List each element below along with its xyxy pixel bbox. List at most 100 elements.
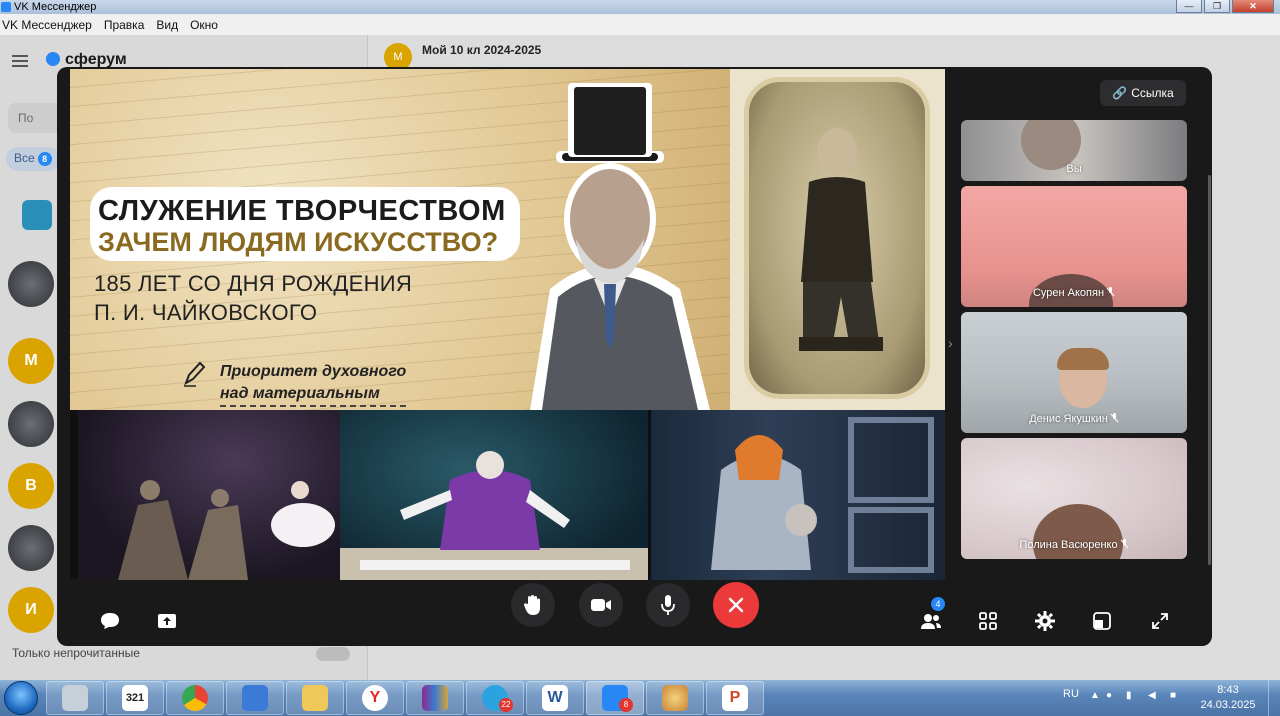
- taskbar-app-paint[interactable]: [646, 681, 704, 715]
- settings-icon: [1035, 611, 1055, 631]
- chat-avatar[interactable]: [8, 525, 54, 571]
- chat-title[interactable]: Мой 10 кл 2024-2025: [422, 43, 541, 57]
- tray-app-icon[interactable]: ●: [1106, 690, 1118, 702]
- participant-name-label: Сурен Акопян: [1032, 287, 1105, 299]
- taskbar-app-vk-messenger[interactable]: 8: [586, 681, 644, 715]
- participant-tile[interactable]: Денис Якушкин: [961, 312, 1187, 433]
- fullscreen-icon: [1152, 613, 1168, 629]
- chat-avatar[interactable]: М: [8, 338, 54, 384]
- telegram-unread-badge: 22: [499, 698, 513, 712]
- cartoon-characters-icon: [711, 417, 934, 573]
- chat-avatar[interactable]: В: [8, 463, 54, 509]
- screen-share-stage: СЛУЖЕНИЕ ТВОРЧЕСТВОМ ЗАЧЕМ ЛЮДЯМ ИСКУССТ…: [70, 69, 945, 580]
- settings-button[interactable]: [1029, 605, 1061, 637]
- taskbar-app-computer[interactable]: [226, 681, 284, 715]
- unread-only-toggle[interactable]: [316, 647, 350, 661]
- chat-avatar[interactable]: И: [8, 587, 54, 633]
- participant-tile-self[interactable]: Вы: [961, 120, 1187, 181]
- cartoon-scene-photo: [651, 410, 945, 580]
- menu-edit[interactable]: Правка: [104, 18, 145, 32]
- taskbar-app-word[interactable]: W: [526, 681, 584, 715]
- chat-avatar[interactable]: [8, 401, 54, 447]
- unread-only-label: Только непрочитанные: [12, 646, 140, 660]
- participant-name-label: Вы: [1066, 163, 1082, 175]
- taskbar-app-calculator[interactable]: [46, 681, 104, 715]
- computer-icon: [242, 685, 268, 711]
- participant-name: Полина Васюренко: [961, 539, 1187, 551]
- show-desktop-button[interactable]: [1268, 680, 1280, 716]
- folder-icon: [302, 685, 328, 711]
- minimize-button[interactable]: —: [1176, 0, 1202, 13]
- microphone-icon: [661, 595, 675, 615]
- chat-button[interactable]: [94, 605, 126, 637]
- volume-icon[interactable]: ◀: [1148, 690, 1160, 702]
- participant-hair: [1057, 348, 1109, 370]
- copy-link-button[interactable]: 🔗 Ссылка: [1100, 80, 1186, 106]
- video-call-window: СЛУЖЕНИЕ ТВОРЧЕСТВОМ ЗАЧЕМ ЛЮДЯМ ИСКУССТ…: [57, 67, 1212, 646]
- menu-window[interactable]: Окно: [190, 18, 218, 32]
- participant-name-label: Денис Якушкин: [1029, 413, 1108, 425]
- banner-subtitle-line: П. И. ЧАЙКОВСКОГО: [94, 300, 318, 325]
- grid-icon: [979, 612, 997, 630]
- yandex-icon: Y: [362, 685, 388, 711]
- close-window-button[interactable]: ✕: [1232, 0, 1274, 13]
- chat-avatar[interactable]: [22, 200, 52, 230]
- participant-tile[interactable]: Сурен Акопян: [961, 186, 1187, 307]
- participants-scrollbar[interactable]: [1208, 175, 1211, 565]
- taskbar-app-chrome[interactable]: [166, 681, 224, 715]
- tchaikovsky-portrait: [530, 83, 710, 410]
- ballet-dancers-icon: [118, 480, 335, 580]
- presentation-banner: СЛУЖЕНИЕ ТВОРЧЕСТВОМ ЗАЧЕМ ЛЮДЯМ ИСКУССТ…: [70, 69, 730, 410]
- hang-up-icon: [728, 597, 744, 613]
- participant-tile[interactable]: Полина Васюренко: [961, 438, 1187, 559]
- window-controls: — ❐ ✕: [1176, 0, 1274, 13]
- taskbar-app-yandex[interactable]: Y: [346, 681, 404, 715]
- grid-view-button[interactable]: [972, 605, 1004, 637]
- filter-all-tab[interactable]: Все 8: [6, 147, 60, 171]
- tray-expand-icon[interactable]: ▲: [1090, 690, 1102, 702]
- taskbar-app-winrar[interactable]: [406, 681, 464, 715]
- share-screen-icon: [158, 614, 176, 628]
- camera-button[interactable]: [579, 583, 623, 627]
- raise-hand-button[interactable]: [511, 583, 555, 627]
- taskbar-app-telegram[interactable]: 22: [466, 681, 524, 715]
- taskbar-app-calendar[interactable]: 321: [106, 681, 164, 715]
- taskbar-app-powerpoint[interactable]: P: [706, 681, 764, 715]
- chat-avatar[interactable]: [8, 261, 54, 307]
- pen-icon: [184, 361, 206, 387]
- filter-count-badge: 8: [37, 152, 52, 166]
- clock-time: 8:43: [1217, 684, 1239, 696]
- participants-count-badge: 4: [931, 597, 945, 611]
- flag-icon[interactable]: ■: [1170, 690, 1182, 702]
- microphone-button[interactable]: [646, 583, 690, 627]
- menu-icon[interactable]: [12, 55, 28, 67]
- vk-messenger-app-icon: [1, 2, 11, 12]
- windows-taskbar: 321 Y 22 W 8 P RU ▲ ● ▮ ◀ ■ 8:43 24.03.2…: [0, 680, 1280, 716]
- participants-button[interactable]: 4: [915, 597, 947, 637]
- maximize-button[interactable]: ❐: [1204, 0, 1230, 13]
- hang-up-button[interactable]: [713, 582, 759, 628]
- raise-hand-icon: [524, 595, 540, 615]
- menu-view[interactable]: Вид: [156, 18, 178, 32]
- share-screen-button[interactable]: [151, 605, 183, 637]
- nutcracker-dancer-icon: [340, 451, 648, 580]
- collapse-panel-chevron-icon[interactable]: ›: [948, 335, 953, 351]
- layout-button[interactable]: [1086, 605, 1118, 637]
- chat-icon: [101, 613, 119, 629]
- word-icon: W: [542, 685, 568, 711]
- language-indicator[interactable]: RU: [1063, 688, 1079, 700]
- participant-name: Вы: [961, 163, 1187, 175]
- fullscreen-button[interactable]: [1144, 605, 1176, 637]
- start-button[interactable]: [4, 681, 38, 715]
- banner-priority-line: над материальным: [220, 385, 380, 402]
- network-icon[interactable]: ▮: [1126, 690, 1138, 702]
- copy-link-label: Ссылка: [1131, 86, 1174, 100]
- mic-muted-icon: [1110, 413, 1119, 423]
- layout-icon: [1093, 612, 1111, 630]
- banner-title-box: СЛУЖЕНИЕ ТВОРЧЕСТВОМ ЗАЧЕМ ЛЮДЯМ ИСКУССТ…: [90, 187, 520, 261]
- powerpoint-icon: P: [722, 685, 748, 711]
- banner-subtitle-line: 185 ЛЕТ СО ДНЯ РОЖДЕНИЯ: [94, 271, 413, 296]
- system-clock[interactable]: 8:43 24.03.2025: [1200, 683, 1256, 713]
- taskbar-app-explorer[interactable]: [286, 681, 344, 715]
- menu-app-title[interactable]: VK Мессенджер: [2, 18, 92, 32]
